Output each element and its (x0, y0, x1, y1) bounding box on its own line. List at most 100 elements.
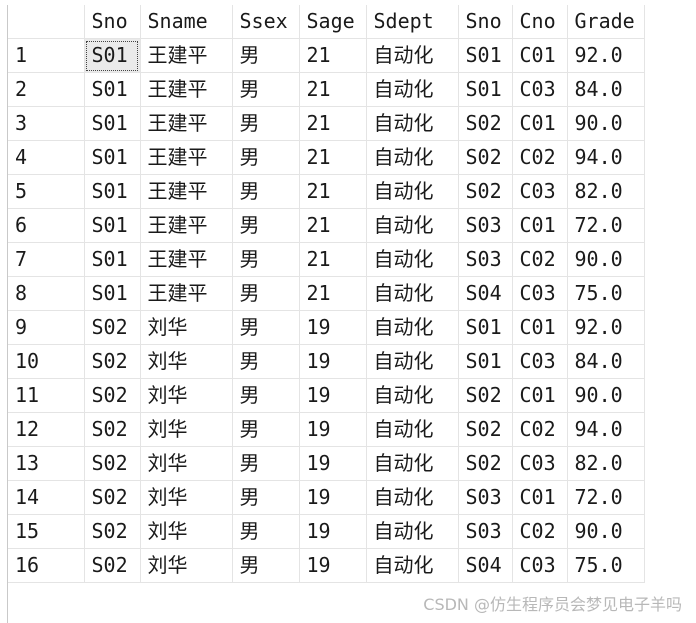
cell-cno[interactable]: C03 (512, 276, 568, 311)
cell-sno[interactable]: S02 (458, 412, 513, 447)
cell-ssex[interactable]: 男 (232, 446, 300, 481)
column-header-cno[interactable]: Cno (512, 5, 568, 39)
cell-cno[interactable]: C01 (512, 378, 568, 413)
cell-cno[interactable]: C03 (512, 548, 568, 583)
cell-ssex[interactable]: 男 (232, 140, 300, 175)
cell-sname[interactable]: 王建平 (140, 276, 233, 311)
cell-ssex[interactable]: 男 (232, 276, 300, 311)
table-row[interactable]: 4 S01 王建平男 21 自动化 S02 C02 94.0 (8, 140, 645, 175)
table-row[interactable]: 7 S01 王建平男 21 自动化 S03 C02 90.0 (8, 242, 645, 277)
cell-sno[interactable]: S02 (84, 446, 141, 481)
cell-sno[interactable]: S01 (84, 106, 141, 141)
cell-sdept[interactable]: 自动化 (366, 412, 459, 447)
row-number[interactable]: 9 (8, 310, 85, 345)
cell-sname[interactable]: 王建平 (140, 208, 233, 243)
cell-sname[interactable]: 王建平 (140, 38, 233, 73)
cell-grade[interactable]: 75.0 (567, 276, 645, 311)
cell-sno[interactable]: S02 (84, 480, 141, 515)
cell-grade[interactable]: 75.0 (567, 548, 645, 583)
cell-sname[interactable]: 王建平 (140, 106, 233, 141)
column-header-sage[interactable]: Sage (299, 5, 367, 39)
cell-cno[interactable]: C01 (512, 106, 568, 141)
cell-sname[interactable]: 王建平 (140, 72, 233, 107)
cell-sage[interactable]: 21 (299, 276, 367, 311)
table-row[interactable]: 5 S01 王建平男 21 自动化 S02 C03 82.0 (8, 174, 645, 209)
table-row[interactable]: 6 S01 王建平男 21 自动化 S03 C01 72.0 (8, 208, 645, 243)
table-row[interactable]: 2 S01 王建平男 21 自动化 S01 C03 84.0 (8, 72, 645, 107)
cell-sname[interactable]: 刘华 (140, 344, 233, 379)
table-row[interactable]: 12 S02 刘华男 19 自动化 S02 C02 94.0 (8, 412, 645, 447)
cell-sage[interactable]: 21 (299, 242, 367, 277)
table-row[interactable]: 1 S01 王建平男 21 自动化 S01 C01 92.0 (8, 38, 645, 73)
cell-sno[interactable]: S01 (84, 242, 141, 277)
cell-sage[interactable]: 21 (299, 140, 367, 175)
row-number[interactable]: 2 (8, 72, 85, 107)
cell-grade[interactable]: 72.0 (567, 208, 645, 243)
table-row[interactable]: 15 S02 刘华男 19 自动化 S03 C02 90.0 (8, 514, 645, 549)
cell-cno[interactable]: C01 (512, 38, 568, 73)
cell-cno[interactable]: C03 (512, 72, 568, 107)
cell-sno[interactable]: S04 (458, 276, 513, 311)
cell-sno[interactable]: S02 (458, 106, 513, 141)
cell-grade[interactable]: 90.0 (567, 242, 645, 277)
cell-ssex[interactable]: 男 (232, 310, 300, 345)
cell-sage[interactable]: 21 (299, 38, 367, 73)
cell-ssex[interactable]: 男 (232, 208, 300, 243)
cell-sno[interactable]: S01 (84, 38, 141, 73)
cell-sdept[interactable]: 自动化 (366, 140, 459, 175)
cell-cno[interactable]: C03 (512, 174, 568, 209)
cell-sdept[interactable]: 自动化 (366, 514, 459, 549)
cell-sname[interactable]: 王建平 (140, 140, 233, 175)
cell-sage[interactable]: 19 (299, 480, 367, 515)
cell-sno[interactable]: S02 (84, 378, 141, 413)
table-row[interactable]: 9 S02 刘华男 19 自动化 S01 C01 92.0 (8, 310, 645, 345)
cell-sdept[interactable]: 自动化 (366, 242, 459, 277)
row-number[interactable]: 5 (8, 174, 85, 209)
cell-grade[interactable]: 90.0 (567, 106, 645, 141)
cell-sdept[interactable]: 自动化 (366, 38, 459, 73)
cell-sage[interactable]: 21 (299, 208, 367, 243)
cell-sname[interactable]: 王建平 (140, 242, 233, 277)
cell-grade[interactable]: 94.0 (567, 412, 645, 447)
cell-grade[interactable]: 72.0 (567, 480, 645, 515)
cell-sname[interactable]: 刘华 (140, 548, 233, 583)
cell-sdept[interactable]: 自动化 (366, 310, 459, 345)
row-number[interactable]: 12 (8, 412, 85, 447)
cell-grade[interactable]: 90.0 (567, 514, 645, 549)
cell-sno[interactable]: S03 (458, 242, 513, 277)
cell-sdept[interactable]: 自动化 (366, 344, 459, 379)
cell-sno[interactable]: S03 (458, 208, 513, 243)
cell-grade[interactable]: 82.0 (567, 446, 645, 481)
cell-sno[interactable]: S02 (84, 310, 141, 345)
table-row[interactable]: 8 S01 王建平男 21 自动化 S04 C03 75.0 (8, 276, 645, 311)
cell-sno[interactable]: S02 (84, 548, 141, 583)
cell-grade[interactable]: 90.0 (567, 378, 645, 413)
cell-sno[interactable]: S01 (84, 208, 141, 243)
cell-sno[interactable]: S02 (458, 446, 513, 481)
cell-sage[interactable]: 19 (299, 412, 367, 447)
cell-sno[interactable]: S02 (458, 174, 513, 209)
table-row[interactable]: 16 S02 刘华男 19 自动化 S04 C03 75.0 (8, 548, 645, 583)
row-number[interactable]: 11 (8, 378, 85, 413)
row-number[interactable]: 10 (8, 344, 85, 379)
column-header-sno[interactable]: Sno (458, 5, 513, 39)
row-number[interactable]: 8 (8, 276, 85, 311)
cell-ssex[interactable]: 男 (232, 174, 300, 209)
cell-ssex[interactable]: 男 (232, 344, 300, 379)
cell-sno[interactable]: S01 (84, 174, 141, 209)
cell-sname[interactable]: 刘华 (140, 310, 233, 345)
cell-sno[interactable]: S02 (458, 140, 513, 175)
column-header-sdept[interactable]: Sdept (366, 5, 459, 39)
column-header-sno[interactable]: Sno (84, 5, 141, 39)
cell-sage[interactable]: 19 (299, 446, 367, 481)
cell-sno[interactable]: S03 (458, 480, 513, 515)
cell-sage[interactable]: 21 (299, 72, 367, 107)
table-row[interactable]: 10 S02 刘华男 19 自动化 S01 C03 84.0 (8, 344, 645, 379)
cell-grade[interactable]: 94.0 (567, 140, 645, 175)
cell-sno[interactable]: S01 (458, 38, 513, 73)
cell-sdept[interactable]: 自动化 (366, 446, 459, 481)
cell-grade[interactable]: 84.0 (567, 344, 645, 379)
cell-sno[interactable]: S01 (458, 72, 513, 107)
row-number[interactable]: 3 (8, 106, 85, 141)
cell-sage[interactable]: 19 (299, 514, 367, 549)
